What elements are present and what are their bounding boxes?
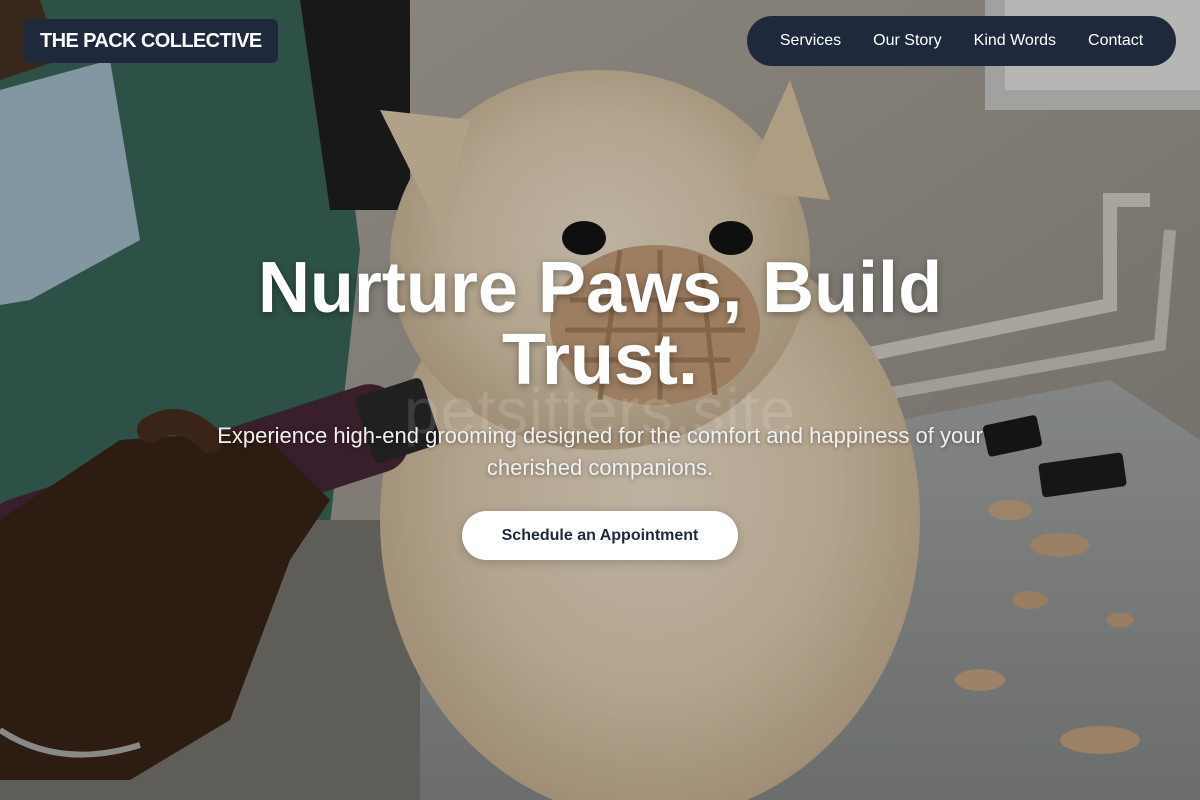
hero-subtitle-line-2: cherished companions. — [486, 455, 714, 480]
main-nav: Services Our Story Kind Words Contact — [747, 16, 1176, 66]
hero-title: Nurture Paws, Build Trust. — [0, 252, 1200, 396]
hero-subtitle-line-1: Experience high-end grooming designed fo… — [217, 423, 983, 448]
hero-section: THE PACK COLLECTIVE Services Our Story K… — [0, 0, 1200, 800]
nav-link-our-story[interactable]: Our Story — [873, 32, 941, 50]
brand-logo[interactable]: THE PACK COLLECTIVE — [24, 19, 278, 63]
hero-subtitle: Experience high-end grooming designed fo… — [170, 420, 1030, 484]
hero-title-line-2: Trust. — [501, 320, 699, 400]
nav-link-services[interactable]: Services — [780, 32, 841, 50]
nav-link-contact[interactable]: Contact — [1088, 32, 1143, 50]
schedule-appointment-button[interactable]: Schedule an Appointment — [462, 511, 738, 560]
hero-title-line-1: Nurture Paws, Build — [257, 248, 943, 328]
nav-link-kind-words[interactable]: Kind Words — [974, 32, 1056, 50]
